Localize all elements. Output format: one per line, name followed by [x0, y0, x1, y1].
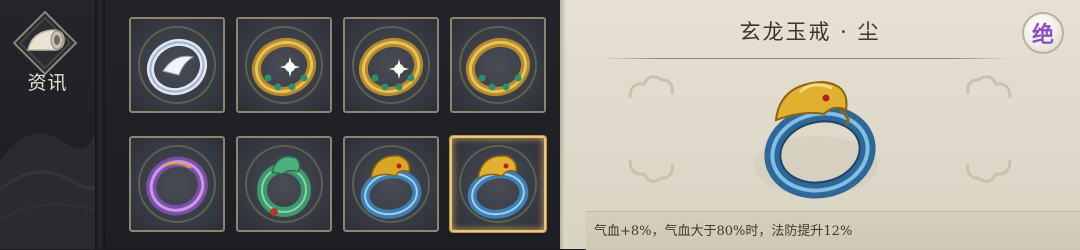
cloud-ornament-icon	[966, 75, 1012, 99]
item-grid	[105, 0, 560, 249]
rarity-badge: 绝	[1022, 12, 1064, 54]
nav-divider	[95, 0, 105, 249]
item-description: 气血+8%，气血大于80%时，法防提升12%	[594, 224, 853, 239]
item-slot-purple-jade-ring[interactable]	[129, 136, 225, 232]
item-slot-gold-jeweled-ring-1[interactable]	[236, 17, 332, 113]
left-nav: 资讯	[0, 0, 95, 249]
cloud-ornament-icon	[966, 159, 1012, 183]
item-slot-gold-dragon-blue-ring-1[interactable]	[343, 136, 439, 232]
silver-ring-icon	[138, 26, 216, 104]
cloud-ornament-icon	[628, 75, 674, 99]
item-slot-gold-jeweled-ring-2[interactable]	[343, 17, 439, 113]
scroll-horn-icon[interactable]	[12, 10, 78, 76]
gold-dragon-blue-ring-icon	[459, 145, 537, 223]
gold-jeweled-ring-icon	[245, 26, 323, 104]
gold-dragon-blue-ring-icon	[352, 145, 430, 223]
panel-edge	[560, 0, 566, 249]
item-title: 玄龙玉戒 · 尘	[739, 20, 881, 44]
nav-background-wave	[0, 130, 95, 249]
green-jade-dragon-ring-icon	[245, 145, 323, 223]
title-underline	[600, 58, 1010, 59]
item-slot-gold-dragon-blue-ring-2[interactable]	[450, 136, 546, 232]
item-slot-gold-jeweled-ring-3[interactable]	[450, 17, 546, 113]
gold-jeweled-ring-icon	[459, 26, 537, 104]
purple-jade-ring-icon	[138, 145, 216, 223]
gold-jeweled-ring-icon	[352, 26, 430, 104]
cloud-ornament-icon	[628, 159, 674, 183]
nav-label-news[interactable]: 资讯	[0, 68, 95, 95]
item-slot-silver-ring[interactable]	[129, 17, 225, 113]
gold-dragon-blue-ring-large-icon	[754, 80, 878, 199]
item-slot-green-jade-dragon-ring[interactable]	[236, 136, 332, 232]
